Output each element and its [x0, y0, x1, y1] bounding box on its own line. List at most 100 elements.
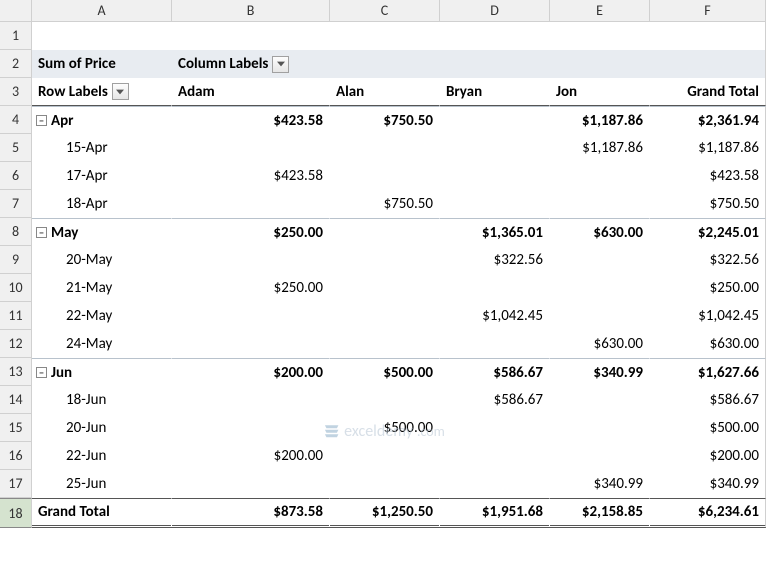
group-total: $340.99	[550, 358, 650, 386]
row-header-10[interactable]: 10	[0, 274, 32, 302]
measure-label: Sum of Price	[32, 50, 172, 78]
empty-cell	[650, 50, 766, 78]
group-header-apr[interactable]: −Apr	[32, 106, 172, 134]
column-header-jon: Jon	[550, 78, 650, 106]
group-total: $250.00	[172, 218, 330, 246]
data-cell	[550, 246, 650, 274]
data-cell	[172, 246, 330, 274]
column-labels-text: Column Labels	[178, 55, 268, 73]
data-cell	[550, 162, 650, 190]
data-cell: $200.00	[650, 442, 766, 470]
column-header-adam: Adam	[172, 78, 330, 106]
data-cell	[172, 134, 330, 162]
empty-cell	[650, 22, 766, 50]
row-header-12[interactable]: 12	[0, 330, 32, 358]
data-cell: $322.56	[440, 246, 550, 274]
data-cell	[440, 190, 550, 218]
grand-total-value: $873.58	[172, 498, 330, 528]
row-header-1[interactable]: 1	[0, 22, 32, 50]
col-header-C[interactable]: C	[330, 0, 440, 22]
row-labels-text: Row Labels	[38, 83, 108, 101]
column-labels-dropdown[interactable]	[272, 56, 289, 73]
collapse-apr[interactable]: −	[36, 115, 47, 126]
row-label: 15-Apr	[32, 134, 172, 162]
data-cell: $322.56	[650, 246, 766, 274]
select-all-corner[interactable]	[0, 0, 32, 22]
row-label: 20-Jun	[32, 414, 172, 442]
row-header-13[interactable]: 13	[0, 358, 32, 386]
group-total: $1,187.86	[550, 106, 650, 134]
data-cell	[440, 414, 550, 442]
row-labels-cell: Row Labels	[32, 78, 172, 106]
row-labels-dropdown[interactable]	[112, 83, 129, 100]
grand-total-label: Grand Total	[32, 498, 172, 528]
row-header-17[interactable]: 17	[0, 470, 32, 498]
col-header-F[interactable]: F	[650, 0, 766, 22]
grand-total-value: $1,250.50	[330, 498, 440, 528]
row-header-5[interactable]: 5	[0, 134, 32, 162]
data-cell	[440, 162, 550, 190]
data-cell	[550, 274, 650, 302]
group-name: Apr	[51, 112, 73, 130]
col-header-E[interactable]: E	[550, 0, 650, 22]
col-header-A[interactable]: A	[32, 0, 172, 22]
data-cell: $586.67	[440, 386, 550, 414]
data-cell: $1,042.45	[440, 302, 550, 330]
row-label: 18-Apr	[32, 190, 172, 218]
group-total	[440, 106, 550, 134]
data-cell	[172, 414, 330, 442]
row-header-7[interactable]: 7	[0, 190, 32, 218]
column-header-bryan: Bryan	[440, 78, 550, 106]
row-header-15[interactable]: 15	[0, 414, 32, 442]
group-total: $750.50	[330, 106, 440, 134]
col-header-B[interactable]: B	[172, 0, 330, 22]
group-name: Jun	[51, 364, 72, 382]
empty-cell	[550, 50, 650, 78]
row-label: 22-May	[32, 302, 172, 330]
row-header-2[interactable]: 2	[0, 50, 32, 78]
data-cell: $340.99	[550, 470, 650, 498]
data-cell: $500.00	[330, 414, 440, 442]
row-header-18[interactable]: 18	[0, 498, 32, 528]
empty-cell	[172, 22, 330, 50]
column-header-grand-total: Grand Total	[650, 78, 766, 106]
row-header-3[interactable]: 3	[0, 78, 32, 106]
data-cell	[440, 470, 550, 498]
data-cell: $500.00	[650, 414, 766, 442]
row-header-6[interactable]: 6	[0, 162, 32, 190]
data-cell	[550, 386, 650, 414]
data-cell	[172, 190, 330, 218]
row-header-4[interactable]: 4	[0, 106, 32, 134]
group-total: $2,361.94	[650, 106, 766, 134]
row-header-8[interactable]: 8	[0, 218, 32, 246]
row-label: 21-May	[32, 274, 172, 302]
grand-total-value: $1,951.68	[440, 498, 550, 528]
data-cell: $750.50	[330, 190, 440, 218]
group-header-jun[interactable]: −Jun	[32, 358, 172, 386]
data-cell	[330, 470, 440, 498]
data-cell	[172, 302, 330, 330]
collapse-may[interactable]: −	[36, 227, 47, 238]
row-label: 18-Jun	[32, 386, 172, 414]
data-cell: $423.58	[172, 162, 330, 190]
empty-cell	[32, 22, 172, 50]
empty-cell	[440, 22, 550, 50]
row-header-16[interactable]: 16	[0, 442, 32, 470]
collapse-jun[interactable]: −	[36, 367, 47, 378]
data-cell	[330, 330, 440, 358]
data-cell	[440, 330, 550, 358]
data-cell	[550, 442, 650, 470]
group-header-may[interactable]: −May	[32, 218, 172, 246]
data-cell: $1,187.86	[550, 134, 650, 162]
row-header-11[interactable]: 11	[0, 302, 32, 330]
data-cell: $340.99	[650, 470, 766, 498]
data-cell	[330, 274, 440, 302]
row-header-14[interactable]: 14	[0, 386, 32, 414]
col-header-D[interactable]: D	[440, 0, 550, 22]
group-total: $200.00	[172, 358, 330, 386]
empty-cell	[550, 22, 650, 50]
data-cell	[172, 330, 330, 358]
row-header-9[interactable]: 9	[0, 246, 32, 274]
group-total: $2,245.01	[650, 218, 766, 246]
group-total: $630.00	[550, 218, 650, 246]
